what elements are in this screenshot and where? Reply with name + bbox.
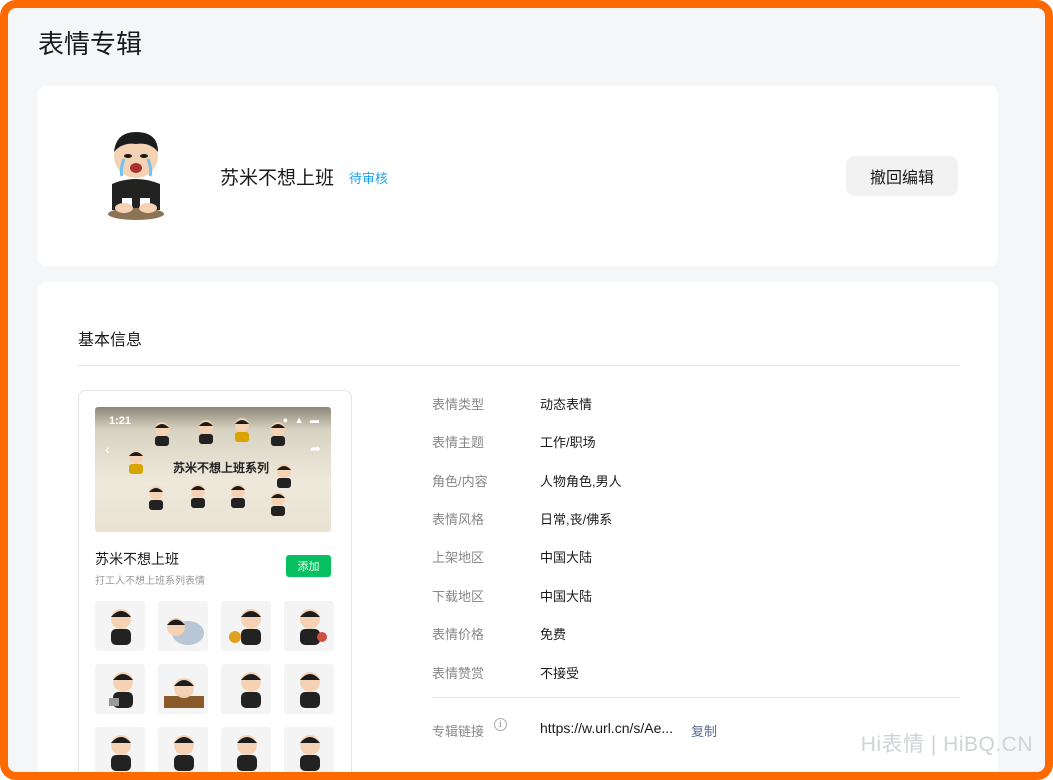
field-label-theme: 表情主题	[432, 435, 485, 450]
field-value-theme: 工作/职场	[540, 435, 596, 450]
banner-sticker	[199, 420, 213, 444]
field-label-sticker-type: 表情类型	[432, 397, 485, 412]
field-value-sticker-type: 动态表情	[540, 397, 593, 412]
preview-album-name: 苏米不想上班	[95, 551, 179, 567]
field-label-price: 表情价格	[432, 627, 485, 642]
album-sticker-avatar	[108, 132, 164, 220]
field-value-price: 免费	[540, 627, 567, 642]
banner-sticker	[271, 492, 285, 516]
sticker-tile	[95, 727, 145, 772]
banner-sticker	[231, 484, 245, 508]
info-icon[interactable]: i	[494, 718, 507, 731]
field-value-download-region: 中国大陆	[540, 589, 593, 604]
field-value-listing-region: 中国大陆	[540, 550, 593, 565]
preview-banner: 1:21 ● ▲ ▬ ‹ ➦ 苏米不想上班系列	[95, 407, 331, 532]
sticker-tile	[158, 727, 208, 772]
field-label-style: 表情风格	[432, 512, 485, 527]
sticker-preview-panel: 1:21 ● ▲ ▬ ‹ ➦ 苏米不想上班系列 苏米不想上班 打工人不想上班系列…	[78, 390, 352, 772]
banner-sticker	[277, 464, 291, 488]
album-name: 苏米不想上班	[220, 168, 335, 189]
field-label-download-region: 下载地区	[432, 589, 485, 604]
sticker-tile	[221, 601, 271, 651]
section-divider	[78, 365, 960, 366]
page-title: 表情专辑	[38, 29, 143, 59]
field-label-listing-region: 上架地区	[432, 550, 485, 565]
field-label-role: 角色/内容	[432, 474, 488, 489]
album-status-badge: 待审核	[349, 171, 389, 186]
sticker-tile	[95, 664, 145, 714]
back-chevron-icon: ‹	[105, 441, 110, 457]
album-link-value: https://w.url.cn/s/Ae...	[540, 720, 674, 736]
album-header-card: 苏米不想上班 待审核 撤回编辑	[38, 86, 998, 266]
sticker-tile	[284, 664, 334, 714]
field-label-reward: 表情赞赏	[432, 666, 485, 681]
basic-info-card: 基本信息 1:21 ● ▲ ▬ ‹ ➦ 苏米不想上班系列 苏米不想上班 打工人不…	[38, 282, 998, 772]
banner-title: 苏米不想上班系列	[173, 461, 270, 475]
sticker-tile	[158, 664, 208, 714]
add-sticker-button[interactable]: 添加	[286, 555, 331, 577]
info-divider	[432, 697, 960, 698]
banner-sticker	[271, 422, 285, 446]
banner-sticker	[191, 484, 205, 508]
watermark: Hi表情 | HiBQ.CN	[860, 733, 1033, 756]
sticker-tile	[221, 727, 271, 772]
section-title: 基本信息	[78, 332, 143, 349]
preview-album-subtitle: 打工人不想上班系列表情	[95, 576, 205, 587]
sticker-tile	[221, 664, 271, 714]
field-value-reward: 不接受	[540, 666, 580, 681]
banner-sticker	[149, 486, 163, 510]
share-icon: ➦	[310, 441, 321, 456]
copy-link-button[interactable]: 复制	[691, 721, 717, 740]
sticker-tile	[158, 601, 208, 651]
sticker-tile	[95, 601, 145, 651]
status-time: 1:21	[109, 415, 132, 427]
page-frame: 表情专辑 苏米不想上班 待审核 撤回编辑 基本信息 1:21 ● ▲ ▬ ‹ ➦…	[0, 0, 1053, 780]
field-value-role: 人物角色,男人	[540, 474, 622, 489]
field-label-album-link: 专辑链接	[432, 724, 485, 739]
banner-sticker	[129, 450, 143, 474]
banner-sticker	[155, 422, 169, 446]
sticker-tile	[284, 727, 334, 772]
sticker-tile	[284, 601, 334, 651]
withdraw-edit-button[interactable]: 撤回编辑	[846, 156, 958, 196]
field-value-style: 日常,丧/佛系	[540, 512, 613, 527]
banner-sticker	[235, 418, 249, 442]
